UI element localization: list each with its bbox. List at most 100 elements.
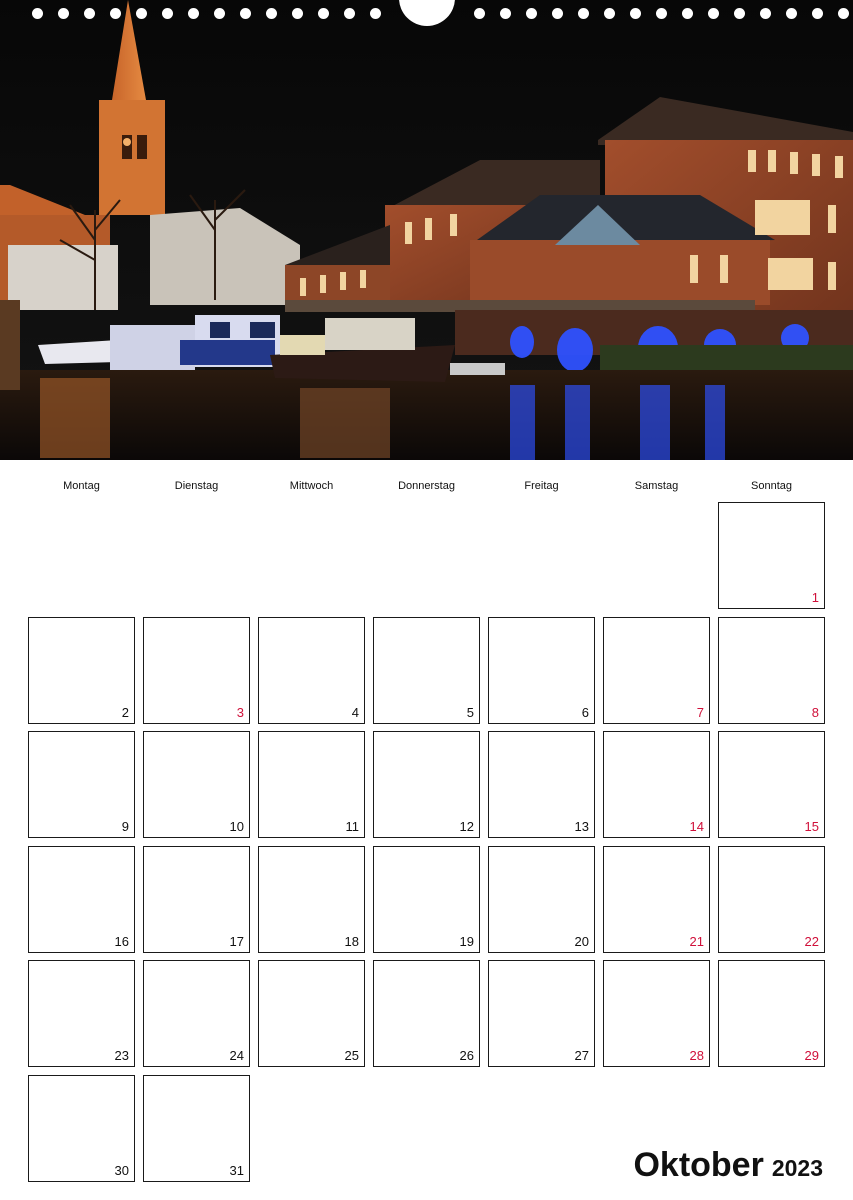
day-number: 30 xyxy=(114,1163,129,1178)
day-number: 5 xyxy=(466,705,474,720)
day-cell[interactable]: 3 xyxy=(143,617,250,724)
day-number: 6 xyxy=(581,705,589,720)
day-cell[interactable]: 16 xyxy=(28,846,135,953)
weekday-label: Mittwoch xyxy=(289,480,334,492)
binding-hole xyxy=(812,8,823,19)
day-cell[interactable]: 17 xyxy=(143,846,250,953)
day-cell[interactable]: 12 xyxy=(373,731,480,838)
day-cell[interactable]: 10 xyxy=(143,731,250,838)
day-number: 1 xyxy=(811,590,819,605)
day-number: 27 xyxy=(574,1048,589,1063)
binding-hole xyxy=(240,8,251,19)
binding-hole xyxy=(266,8,277,19)
day-cell[interactable]: 27 xyxy=(488,960,595,1067)
day-number: 7 xyxy=(696,705,704,720)
day-cell[interactable]: 22 xyxy=(718,846,825,953)
day-cell[interactable]: 6 xyxy=(488,617,595,724)
day-number: 10 xyxy=(229,819,244,834)
day-number: 2 xyxy=(121,705,129,720)
binding-hole xyxy=(318,8,329,19)
day-number: 14 xyxy=(689,819,704,834)
day-cell[interactable]: 26 xyxy=(373,960,480,1067)
binding-hole xyxy=(760,8,771,19)
binding-hole xyxy=(188,8,199,19)
day-number: 21 xyxy=(689,934,704,949)
day-number: 29 xyxy=(804,1048,819,1063)
day-cell[interactable]: 1 xyxy=(718,502,825,609)
day-cell[interactable]: 13 xyxy=(488,731,595,838)
binding-hole xyxy=(84,8,95,19)
day-cell[interactable]: 25 xyxy=(258,960,365,1067)
binding-hole xyxy=(656,8,667,19)
day-number: 15 xyxy=(804,819,819,834)
binding-hole xyxy=(838,8,849,19)
weekday-label: Sonntag xyxy=(751,480,792,492)
day-number: 25 xyxy=(344,1048,359,1063)
day-cell[interactable]: 5 xyxy=(373,617,480,724)
day-cell[interactable]: 30 xyxy=(28,1075,135,1182)
day-number: 16 xyxy=(114,934,129,949)
day-number: 4 xyxy=(351,705,359,720)
binding-hole xyxy=(526,8,537,19)
day-cell[interactable]: 23 xyxy=(28,960,135,1067)
day-cell[interactable]: 18 xyxy=(258,846,365,953)
day-number: 23 xyxy=(114,1048,129,1063)
day-cell[interactable]: 24 xyxy=(143,960,250,1067)
day-number: 19 xyxy=(459,934,474,949)
binding-hole xyxy=(370,8,381,19)
month-name: Oktober xyxy=(633,1146,764,1184)
weekday-label: Montag xyxy=(63,480,100,492)
day-cell[interactable]: 31 xyxy=(143,1075,250,1182)
day-cell[interactable]: 15 xyxy=(718,731,825,838)
binding-hole xyxy=(58,8,69,19)
day-cell[interactable]: 8 xyxy=(718,617,825,724)
binding-hole xyxy=(682,8,693,19)
weekday-label: Freitag xyxy=(524,480,559,492)
binding-hole xyxy=(604,8,615,19)
binding-hole xyxy=(344,8,355,19)
day-number: 8 xyxy=(811,705,819,720)
day-cell[interactable]: 7 xyxy=(603,617,710,724)
day-number: 24 xyxy=(229,1048,244,1063)
day-cell[interactable]: 9 xyxy=(28,731,135,838)
day-number: 17 xyxy=(229,934,244,949)
day-number: 3 xyxy=(236,705,244,720)
binding-hole xyxy=(110,8,121,19)
binding-hole xyxy=(136,8,147,19)
day-number: 13 xyxy=(574,819,589,834)
day-number: 18 xyxy=(344,934,359,949)
binding-hole xyxy=(578,8,589,19)
day-number: 9 xyxy=(121,819,129,834)
day-cell[interactable]: 19 xyxy=(373,846,480,953)
day-cell[interactable]: 14 xyxy=(603,731,710,838)
day-number: 31 xyxy=(229,1163,244,1178)
binding-hole xyxy=(474,8,485,19)
binding-hole xyxy=(500,8,511,19)
day-number: 28 xyxy=(689,1048,704,1063)
binding-hole xyxy=(292,8,303,19)
binding-hole xyxy=(734,8,745,19)
weekday-label: Samstag xyxy=(634,480,679,492)
page-title: Oktober 2023 xyxy=(633,1146,823,1185)
day-cell[interactable]: 2 xyxy=(28,617,135,724)
day-number: 20 xyxy=(574,934,589,949)
weekday-label: Dienstag xyxy=(174,480,219,492)
day-number: 26 xyxy=(459,1048,474,1063)
day-number: 12 xyxy=(459,819,474,834)
binding-hole xyxy=(786,8,797,19)
day-cell[interactable]: 4 xyxy=(258,617,365,724)
year-label: 2023 xyxy=(771,1155,823,1181)
binding-hole xyxy=(708,8,719,19)
hanger-cutout xyxy=(399,0,455,26)
weekday-label: Donnerstag xyxy=(398,480,455,492)
day-cell[interactable]: 29 xyxy=(718,960,825,1067)
spiral-binding xyxy=(0,0,853,30)
binding-hole xyxy=(552,8,563,19)
day-cell[interactable]: 21 xyxy=(603,846,710,953)
header-photo xyxy=(0,0,853,460)
day-cell[interactable]: 28 xyxy=(603,960,710,1067)
day-number: 11 xyxy=(345,819,360,834)
day-number: 22 xyxy=(804,934,819,949)
day-cell[interactable]: 20 xyxy=(488,846,595,953)
day-cell[interactable]: 11 xyxy=(258,731,365,838)
